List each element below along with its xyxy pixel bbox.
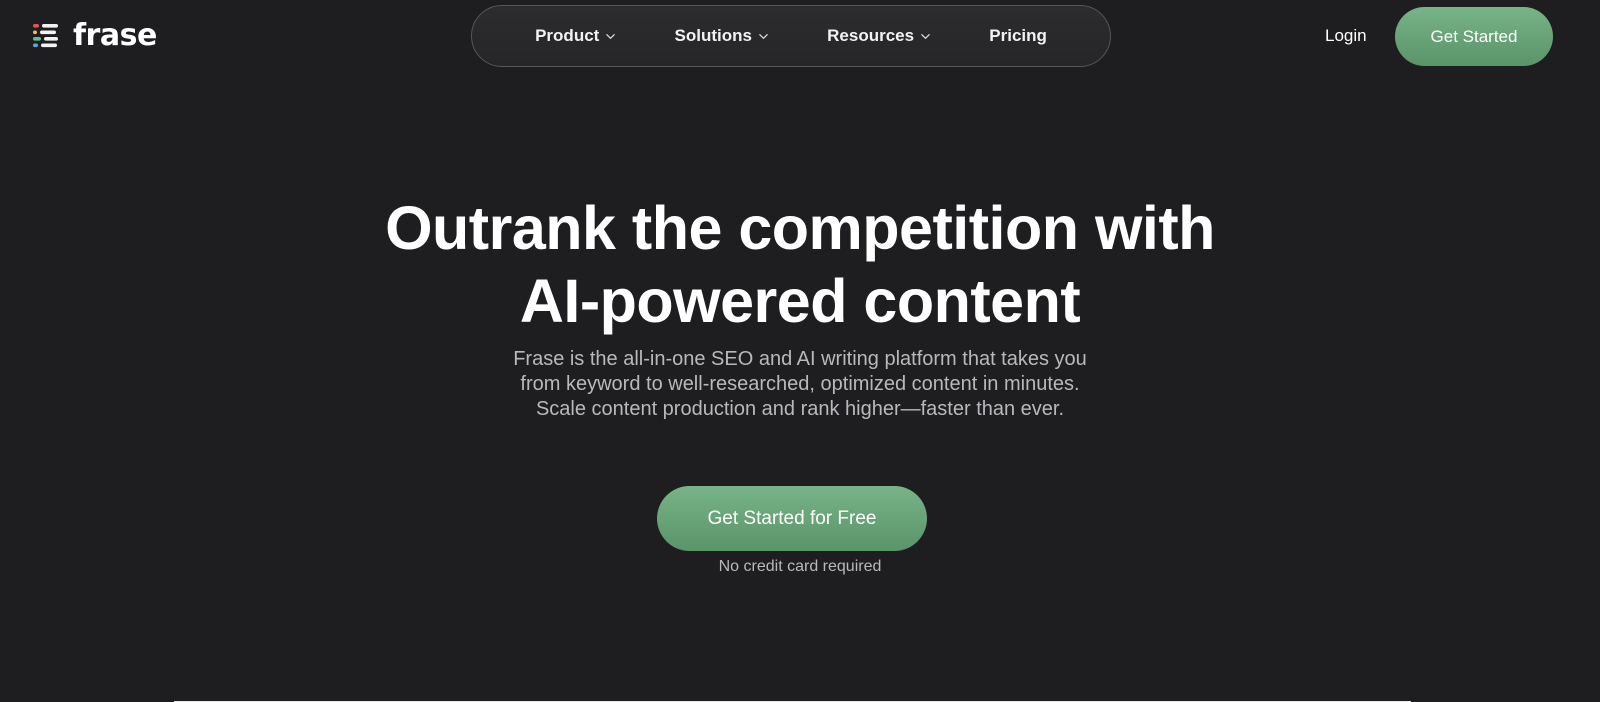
frase-logo-icon	[33, 24, 58, 48]
hero-subtitle-line3: Scale content production and rank higher…	[535, 398, 1065, 420]
chevron-down-icon	[759, 34, 768, 39]
no-credit-card-note: No credit card required	[718, 558, 882, 575]
hero-subtitle-line2: from keyword to well-researched, optimiz…	[520, 373, 1080, 395]
hero-subtitle-line1: Frase is the all-in-one SEO and AI writi…	[513, 348, 1087, 370]
nav-item-label: Pricing	[989, 26, 1047, 45]
chevron-down-icon	[921, 34, 930, 39]
get-started-button[interactable]: Get Started	[1395, 7, 1553, 66]
page: frase Product Solutions Resources Pricin…	[0, 0, 1600, 702]
login-link[interactable]: Login	[1325, 26, 1367, 46]
nav-item-resources[interactable]: Resources	[827, 26, 931, 46]
nav-item-product[interactable]: Product	[535, 26, 616, 46]
hero-title: Outrank the competition with AI-powered …	[0, 192, 1600, 338]
nav-item-label: Resources	[827, 26, 915, 45]
hero-title-line1: Outrank the competition with	[385, 194, 1215, 262]
nav-item-label: Solutions	[674, 26, 752, 45]
logo[interactable]: frase	[31, 18, 157, 54]
chevron-down-icon	[606, 34, 616, 39]
nav-item-label: Product	[535, 26, 600, 45]
logo-text: frase	[73, 18, 157, 53]
hero-title-line2: AI-powered content	[519, 267, 1081, 335]
get-started-free-button[interactable]: Get Started for Free	[657, 486, 927, 551]
nav-item-pricing[interactable]: Pricing	[989, 26, 1047, 46]
hero-subtitle: Frase is the all-in-one SEO and AI writi…	[0, 347, 1600, 422]
main-nav: Product Solutions Resources Pricing	[471, 5, 1111, 67]
nav-item-solutions[interactable]: Solutions	[675, 26, 769, 46]
